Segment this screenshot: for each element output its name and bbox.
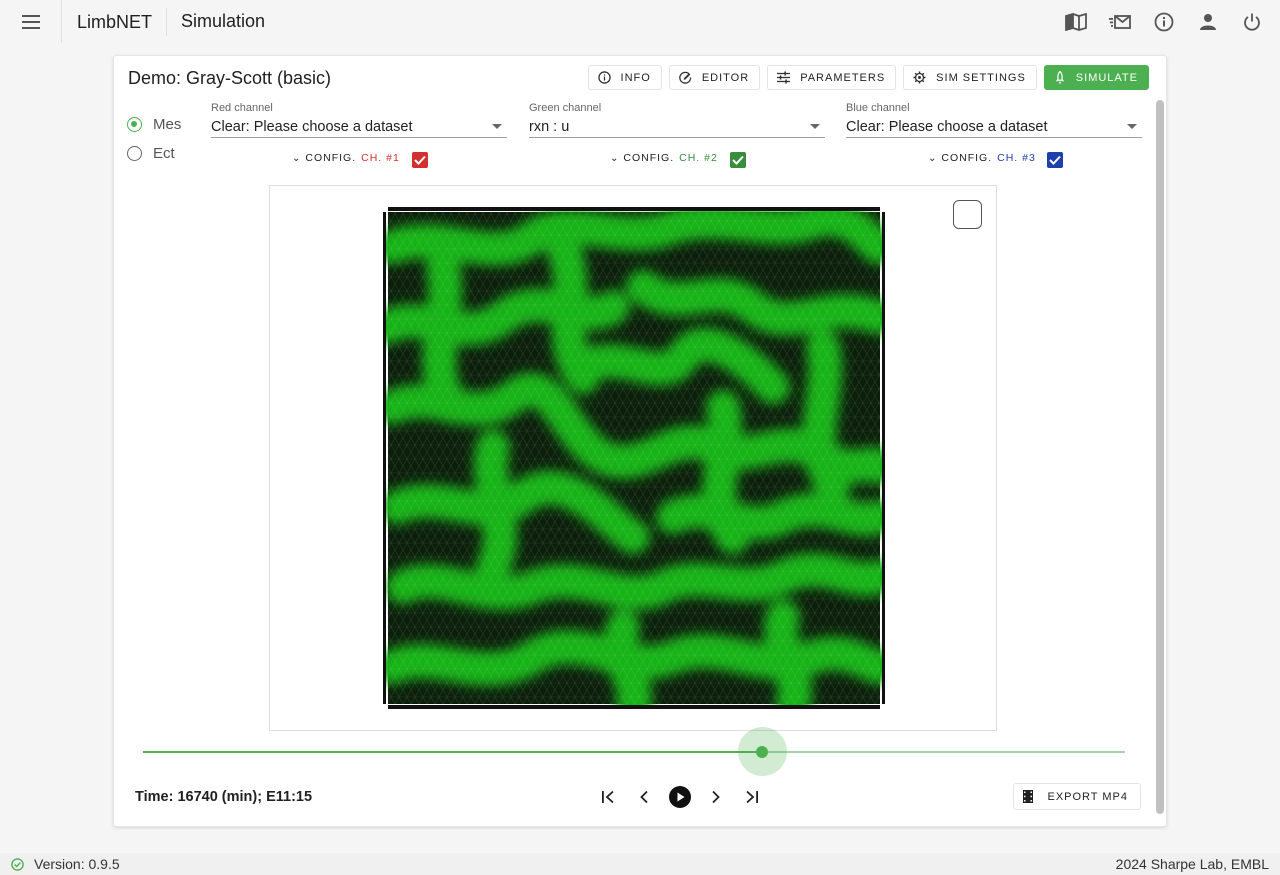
blue-channel-select[interactable]: Blue channel Clear: Please choose a data… <box>846 102 1142 138</box>
about-button[interactable] <box>1142 0 1186 43</box>
editor-button-label: EDITOR <box>701 71 750 84</box>
config-label: CONFIG. <box>305 152 357 164</box>
app-brand[interactable]: LimbNET <box>62 7 168 36</box>
channel-number: CH. #2 <box>679 152 718 164</box>
skip-next-icon <box>746 790 758 804</box>
parameters-button[interactable]: PARAMETERS <box>767 65 897 90</box>
version-text: Version: 0.9.5 <box>34 856 120 872</box>
fullscreen-toggle[interactable] <box>953 200 982 229</box>
app-bar: LimbNET Simulation <box>0 0 1280 43</box>
gear-icon <box>913 71 926 84</box>
green-channel-text: rxn : u <box>529 118 570 135</box>
ch1-visible-checkbox[interactable] <box>412 152 428 168</box>
simulation-card: Demo: Gray-Scott (basic) INFO EDITOR PAR… <box>113 55 1167 827</box>
step-back-button[interactable] <box>626 784 662 810</box>
time-slider[interactable] <box>143 727 1125 776</box>
red-channel-value[interactable]: Clear: Please choose a dataset <box>211 116 507 138</box>
edit-icon <box>679 71 692 84</box>
tissue-label: Mes <box>153 116 182 133</box>
dropdown-arrow-icon <box>1127 124 1137 129</box>
messages-button[interactable] <box>1098 0 1142 43</box>
blue-channel-text: Clear: Please choose a dataset <box>846 118 1048 135</box>
check-icon <box>732 155 744 165</box>
account-button[interactable] <box>1186 0 1230 43</box>
blue-channel-label: Blue channel <box>846 102 910 114</box>
export-mp4-button[interactable]: EXPORT MP4 <box>1013 783 1141 810</box>
time-readout: Time: 16740 (min); E11:15 <box>135 789 313 805</box>
export-mp4-label: EXPORT MP4 <box>1047 790 1128 803</box>
chevron-down-icon: ⌄ <box>292 152 302 164</box>
skip-previous-icon <box>602 790 614 804</box>
play-button[interactable] <box>662 784 698 810</box>
chevron-down-icon: ⌄ <box>928 152 938 164</box>
green-channel-select[interactable]: Green channel rxn : u <box>529 102 825 138</box>
ch2-visible-checkbox[interactable] <box>730 152 746 168</box>
check-circle-icon <box>11 857 24 871</box>
red-channel-select[interactable]: Red channel Clear: Please choose a datas… <box>211 102 507 138</box>
slider-thumb[interactable] <box>755 746 768 758</box>
footer: Version: 0.9.5 2024 Sharpe Lab, EMBL <box>0 853 1280 875</box>
info-button-label: INFO <box>620 71 651 84</box>
radio-indicator <box>127 117 142 132</box>
channel-number: CH. #3 <box>997 152 1036 164</box>
dropdown-arrow-icon <box>810 124 820 129</box>
config-label: CONFIG. <box>941 152 993 164</box>
book-icon <box>1065 12 1087 31</box>
card-toolbar: INFO EDITOR PARAMETERS SIM SETTINGS SIMU… <box>587 65 1149 90</box>
simulation-canvas[interactable] <box>383 207 885 709</box>
sim-settings-button[interactable]: SIM SETTINGS <box>903 65 1037 90</box>
ch3-visible-checkbox[interactable] <box>1047 152 1063 168</box>
account-icon <box>1200 13 1216 30</box>
dropdown-arrow-icon <box>492 124 502 129</box>
config-ch1-toggle[interactable]: ⌄ CONFIG. CH. #1 <box>292 152 400 164</box>
mail-icon <box>1109 14 1131 29</box>
docs-button[interactable] <box>1054 0 1098 43</box>
chevron-down-icon: ⌄ <box>610 152 620 164</box>
check-icon <box>414 155 426 165</box>
info-button[interactable]: INFO <box>587 65 662 90</box>
tissue-radio-ect[interactable]: Ect <box>127 145 175 162</box>
chevron-right-icon <box>712 790 720 804</box>
editor-button[interactable]: EDITOR <box>668 65 761 90</box>
playback-controls <box>590 784 770 810</box>
parameters-button-label: PARAMETERS <box>800 71 886 84</box>
green-channel-value[interactable]: rxn : u <box>529 116 825 138</box>
skip-to-start-button[interactable] <box>590 784 626 810</box>
channel-number: CH. #1 <box>361 152 400 164</box>
skip-to-end-button[interactable] <box>734 784 770 810</box>
step-forward-button[interactable] <box>698 784 734 810</box>
tissue-radio-mes[interactable]: Mes <box>127 116 181 133</box>
simulate-button[interactable]: SIMULATE <box>1043 65 1149 90</box>
check-icon <box>1049 155 1061 165</box>
card-scrollbar[interactable] <box>1156 100 1164 814</box>
blue-channel-value[interactable]: Clear: Please choose a dataset <box>846 116 1142 138</box>
play-circle-icon <box>669 786 691 808</box>
menu-button[interactable] <box>0 0 62 43</box>
logout-button[interactable] <box>1230 0 1274 43</box>
version-info: Version: 0.9.5 <box>0 856 120 872</box>
model-title: Demo: Gray-Scott (basic) <box>128 68 332 88</box>
config-ch2-toggle[interactable]: ⌄ CONFIG. CH. #2 <box>610 152 718 164</box>
page-title: Simulation <box>181 11 266 31</box>
film-icon <box>1023 790 1034 803</box>
slider-fill <box>143 751 762 753</box>
simulation-viewer[interactable] <box>269 185 997 731</box>
simulate-button-label: SIMULATE <box>1075 71 1138 84</box>
sim-settings-button-label: SIM SETTINGS <box>936 71 1026 84</box>
tissue-label: Ect <box>153 145 175 162</box>
radio-indicator <box>127 146 142 161</box>
config-label: CONFIG. <box>623 152 675 164</box>
green-channel-label: Green channel <box>529 102 602 114</box>
info-icon <box>597 71 611 84</box>
rocket-icon <box>1055 71 1064 84</box>
red-channel-label: Red channel <box>211 102 273 114</box>
info-icon <box>1154 12 1174 31</box>
power-icon <box>1244 13 1260 31</box>
tune-icon <box>777 71 791 84</box>
config-ch3-toggle[interactable]: ⌄ CONFIG. CH. #3 <box>928 152 1036 164</box>
copyright-text: 2024 Sharpe Lab, EMBL <box>1115 856 1269 872</box>
chevron-left-icon <box>640 790 648 804</box>
red-channel-text: Clear: Please choose a dataset <box>211 118 413 135</box>
menu-icon <box>21 14 40 29</box>
